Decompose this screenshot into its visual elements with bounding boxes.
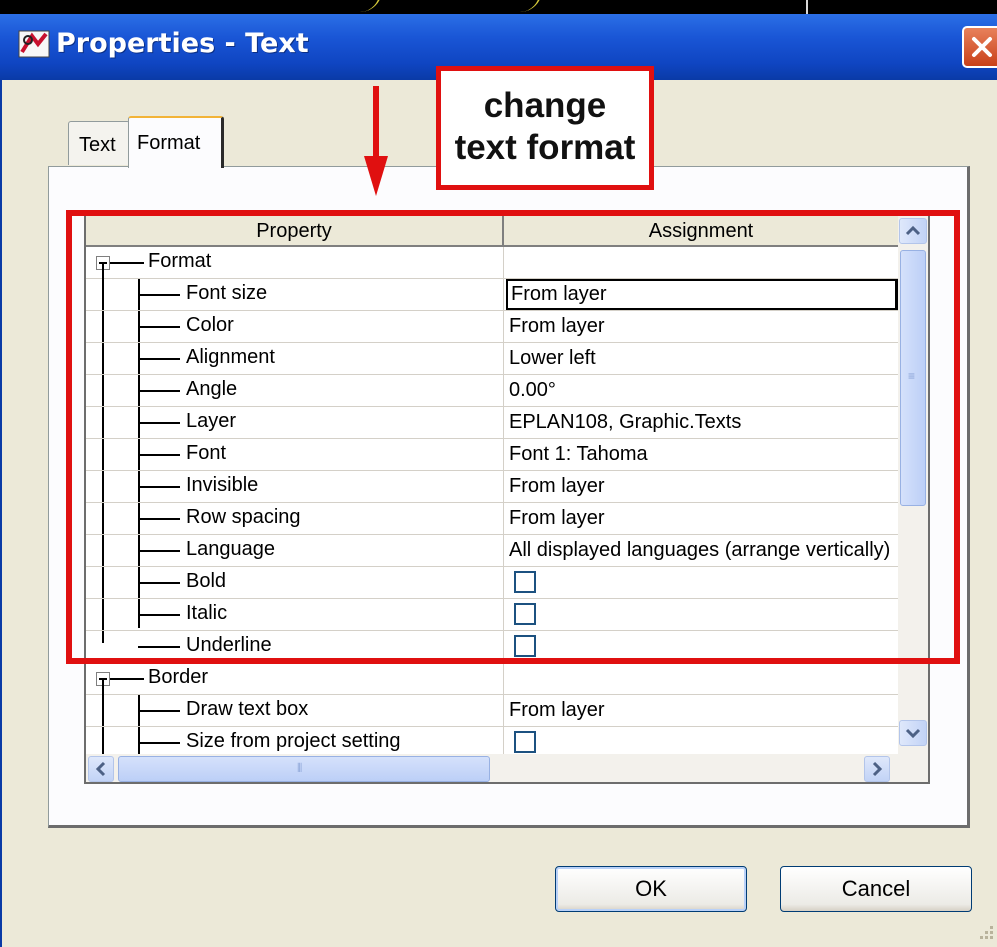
property-row[interactable]: Draw text box From layer bbox=[86, 695, 898, 727]
chevron-left-icon bbox=[95, 761, 106, 777]
window-title: Properties - Text bbox=[56, 28, 309, 59]
chevron-down-icon bbox=[905, 728, 921, 739]
annotation-line1: change bbox=[483, 86, 607, 125]
size-from-project-checkbox[interactable] bbox=[514, 731, 536, 753]
group-label: Border bbox=[148, 666, 209, 688]
background-curve bbox=[340, 0, 382, 12]
scroll-down-button[interactable] bbox=[899, 720, 927, 746]
resize-grip-icon[interactable] bbox=[976, 922, 996, 942]
ok-button[interactable]: OK bbox=[555, 866, 747, 912]
horizontal-scrollbar[interactable]: ⦀ bbox=[86, 754, 928, 782]
annotation-arrow-icon bbox=[364, 86, 388, 196]
tab-format[interactable]: Format bbox=[128, 116, 224, 168]
annotation-highlight-frame bbox=[66, 210, 960, 664]
tab-format-label: Format bbox=[137, 132, 201, 154]
tab-text[interactable]: Text bbox=[68, 121, 130, 165]
scroll-thumb-horizontal[interactable]: ⦀ bbox=[118, 756, 490, 782]
property-label: Size from project setting bbox=[186, 730, 401, 752]
scroll-right-button[interactable] bbox=[864, 756, 890, 782]
chevron-right-icon bbox=[872, 761, 883, 777]
property-label: Draw text box bbox=[186, 698, 309, 720]
close-button[interactable] bbox=[962, 26, 997, 68]
background-line bbox=[806, 0, 808, 14]
grip-icon: ⦀ bbox=[297, 761, 303, 775]
annotation-callout: change text format bbox=[436, 66, 654, 190]
group-row-border[interactable]: Border bbox=[86, 663, 898, 695]
app-icon bbox=[18, 30, 50, 58]
annotation-line2: text format bbox=[454, 128, 636, 167]
tab-text-label: Text bbox=[79, 134, 116, 156]
scroll-left-button[interactable] bbox=[88, 756, 114, 782]
close-x-icon bbox=[972, 37, 992, 57]
draw-text-box-value[interactable]: From layer bbox=[506, 695, 898, 726]
cancel-button[interactable]: Cancel bbox=[780, 866, 972, 912]
background-curve bbox=[500, 0, 542, 12]
